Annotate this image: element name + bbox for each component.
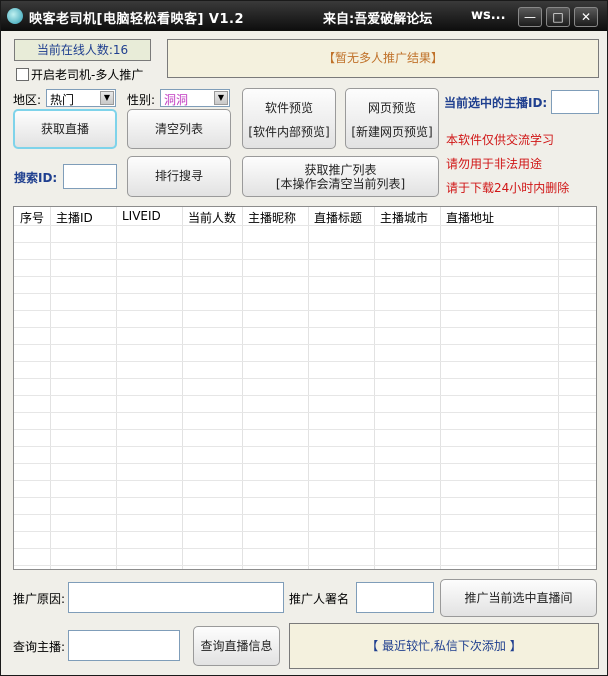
web-preview-button[interactable]: 网页预览 [新建网页预览] — [345, 88, 439, 149]
table-row-divider — [14, 446, 596, 447]
table-column-divider — [308, 207, 309, 569]
window-title-extra: ws... — [471, 8, 506, 23]
query-info-button[interactable]: 查询直播信息 — [193, 626, 280, 666]
rank-search-button[interactable]: 排行搜寻 — [127, 156, 231, 197]
app-eye-icon — [7, 8, 23, 24]
table-row-divider — [14, 531, 596, 532]
table-header: 序号 主播ID LIVEID 当前人数 主播昵称 直播标题 主播城市 直播地址 — [14, 207, 596, 226]
table-row-divider — [14, 276, 596, 277]
search-id-label: 搜索ID: — [14, 171, 58, 185]
table-column-divider — [182, 207, 183, 569]
window-source: 来自:吾爱破解论坛 — [323, 12, 433, 27]
table-column-divider — [440, 207, 441, 569]
table-row-divider — [14, 310, 596, 311]
promo-reason-input[interactable] — [68, 582, 284, 613]
table-row-divider — [14, 259, 596, 260]
table-row-divider — [14, 548, 596, 549]
gender-select[interactable]: 洞洞 ▼ — [160, 89, 230, 107]
table-row-divider — [14, 565, 596, 566]
region-label: 地区: — [13, 93, 42, 107]
clear-list-button[interactable]: 清空列表 — [127, 109, 231, 149]
maximize-button[interactable]: □ — [546, 7, 570, 27]
window-title: 映客老司机[电脑轻松看映客] V1.2 — [29, 12, 244, 27]
region-select[interactable]: 热门 ▼ — [46, 89, 116, 107]
region-value: 热门 — [50, 93, 75, 107]
web-preview-title: 网页预览 — [367, 101, 416, 115]
gender-value: 洞洞 — [164, 93, 189, 107]
column-header-city[interactable]: 主播城市 — [380, 209, 428, 226]
table-row-divider — [14, 514, 596, 515]
query-anchor-input[interactable] — [68, 630, 180, 661]
get-promo-list-button[interactable]: 获取推广列表 [本操作会清空当前列表] — [242, 156, 439, 197]
chevron-down-icon: ▼ — [214, 91, 228, 105]
get-promo-list-subtitle: [本操作会清空当前列表] — [275, 177, 406, 191]
column-header-url[interactable]: 直播地址 — [446, 209, 494, 226]
table-column-divider — [50, 207, 51, 569]
table-row-divider — [14, 344, 596, 345]
multi-promo-label: 开启老司机-多人推广 — [31, 68, 144, 82]
query-anchor-label: 查询主播: — [13, 640, 66, 654]
table-row-divider — [14, 242, 596, 243]
software-preview-title: 软件预览 — [264, 101, 313, 115]
close-button[interactable]: ✕ — [574, 7, 598, 27]
column-header-nickname[interactable]: 主播昵称 — [248, 209, 296, 226]
column-header-index[interactable]: 序号 — [20, 209, 44, 226]
promo-signer-label: 推广人署名 — [289, 592, 350, 606]
notice-no-illegal: 请勿用于非法用途 — [446, 157, 543, 171]
table-row-divider — [14, 429, 596, 430]
live-list-table[interactable]: 序号 主播ID LIVEID 当前人数 主播昵称 直播标题 主播城市 直播地址 — [13, 206, 597, 570]
table-column-divider — [242, 207, 243, 569]
table-row-divider — [14, 293, 596, 294]
table-column-divider — [558, 207, 559, 569]
table-column-divider — [116, 207, 117, 569]
table-row-divider — [14, 361, 596, 362]
footer-message: 【 最近较忙,私信下次添加 】 — [289, 623, 599, 669]
multi-promo-checkbox[interactable] — [16, 68, 29, 81]
selected-anchor-field[interactable] — [551, 90, 599, 114]
minimize-button[interactable]: — — [518, 7, 542, 27]
web-preview-subtitle: [新建网页预览] — [351, 125, 433, 139]
online-count: 当前在线人数:16 — [14, 39, 151, 61]
column-header-viewers[interactable]: 当前人数 — [188, 209, 236, 226]
title-bar[interactable]: 映客老司机[电脑轻松看映客] V1.2 来自:吾爱破解论坛 ws... — □ … — [1, 1, 607, 31]
column-header-anchor-id[interactable]: 主播ID — [56, 209, 93, 226]
search-id-input[interactable] — [63, 164, 117, 189]
column-header-title[interactable]: 直播标题 — [314, 209, 362, 226]
get-promo-list-title: 获取推广列表 — [304, 163, 377, 177]
promote-selected-button[interactable]: 推广当前选中直播间 — [440, 579, 597, 617]
promo-banner: 【暂无多人推广结果】 — [167, 39, 599, 78]
gender-label: 性别: — [127, 93, 156, 107]
get-live-button[interactable]: 获取直播 — [13, 109, 117, 149]
table-row-divider — [14, 497, 596, 498]
table-row-divider — [14, 395, 596, 396]
notice-study-only: 本软件仅供交流学习 — [446, 133, 555, 147]
table-row-divider — [14, 480, 596, 481]
notice-delete-24h: 请于下载24小时内删除 — [446, 181, 570, 195]
table-row-divider — [14, 327, 596, 328]
chevron-down-icon: ▼ — [100, 91, 114, 105]
software-preview-button[interactable]: 软件预览 [软件内部预览] — [242, 88, 336, 149]
table-row-divider — [14, 225, 596, 226]
promo-reason-label: 推广原因: — [13, 592, 66, 606]
promo-signer-input[interactable] — [356, 582, 434, 613]
table-row-divider — [14, 463, 596, 464]
table-row-divider — [14, 412, 596, 413]
app-window: 映客老司机[电脑轻松看映客] V1.2 来自:吾爱破解论坛 ws... — □ … — [0, 0, 608, 676]
software-preview-subtitle: [软件内部预览] — [248, 125, 330, 139]
table-column-divider — [374, 207, 375, 569]
column-header-liveid[interactable]: LIVEID — [122, 209, 161, 223]
selected-anchor-label: 当前选中的主播ID: — [444, 96, 548, 110]
table-row-divider — [14, 378, 596, 379]
